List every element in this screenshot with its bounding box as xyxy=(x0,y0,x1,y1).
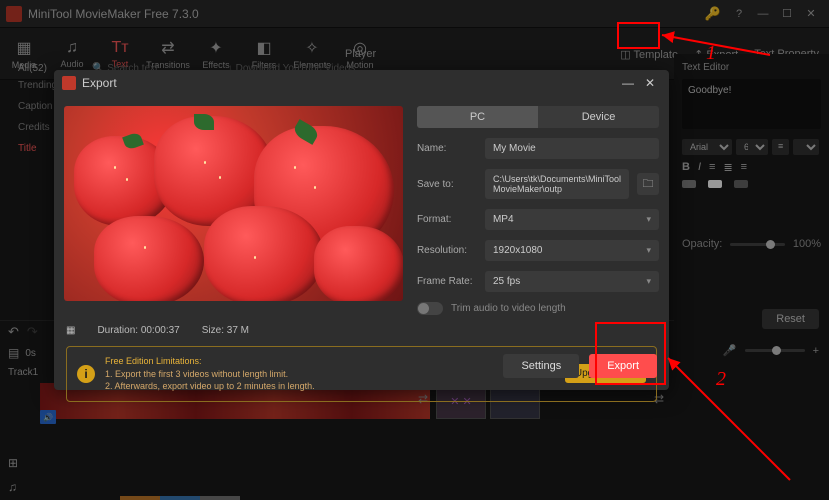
tab-pc[interactable]: PC xyxy=(417,106,538,128)
duration-meta: Duration: 00:00:37 xyxy=(97,325,179,336)
chevron-down-icon: ▾ xyxy=(646,245,651,256)
limits-line2: 2. Afterwards, export video up to 2 minu… xyxy=(105,380,555,393)
export-tabs: PC Device xyxy=(417,106,659,128)
annotation-1: 1 xyxy=(706,42,716,65)
export-confirm-button[interactable]: Export xyxy=(589,354,657,378)
annotation-2: 2 xyxy=(716,368,726,391)
export-dialog: Export — ✕ PC Device Name: xyxy=(54,70,669,390)
resolution-select[interactable]: 1920x1080▾ xyxy=(485,240,659,261)
limits-title: Free Edition Limitations: xyxy=(105,355,555,368)
framerate-label: Frame Rate: xyxy=(417,276,477,287)
dialog-logo xyxy=(62,76,76,90)
film-icon: ▦ xyxy=(66,325,75,336)
saveto-field[interactable]: C:\Users\tk\Documents\MiniTool MovieMake… xyxy=(485,169,629,199)
export-preview xyxy=(64,106,403,301)
size-meta: Size: 37 M xyxy=(202,325,249,336)
trim-label: Trim audio to video length xyxy=(451,303,566,314)
chevron-down-icon: ▾ xyxy=(646,214,651,225)
settings-button[interactable]: Settings xyxy=(503,354,579,378)
format-label: Format: xyxy=(417,214,477,225)
name-field[interactable]: My Movie xyxy=(485,138,659,159)
dialog-title: Export xyxy=(82,76,117,90)
chevron-down-icon: ▾ xyxy=(646,276,651,287)
browse-button[interactable]: 🗀 xyxy=(637,173,659,195)
dialog-minimize[interactable]: — xyxy=(617,76,639,90)
trim-toggle[interactable] xyxy=(417,302,443,315)
tab-device[interactable]: Device xyxy=(538,106,659,128)
limits-line1: 1. Export the first 3 videos without len… xyxy=(105,368,555,381)
info-icon: i xyxy=(77,365,95,383)
resolution-label: Resolution: xyxy=(417,245,477,256)
name-label: Name: xyxy=(417,143,477,154)
format-select[interactable]: MP4▾ xyxy=(485,209,659,230)
saveto-label: Save to: xyxy=(417,179,477,190)
dialog-close[interactable]: ✕ xyxy=(639,76,661,90)
framerate-select[interactable]: 25 fps▾ xyxy=(485,271,659,292)
